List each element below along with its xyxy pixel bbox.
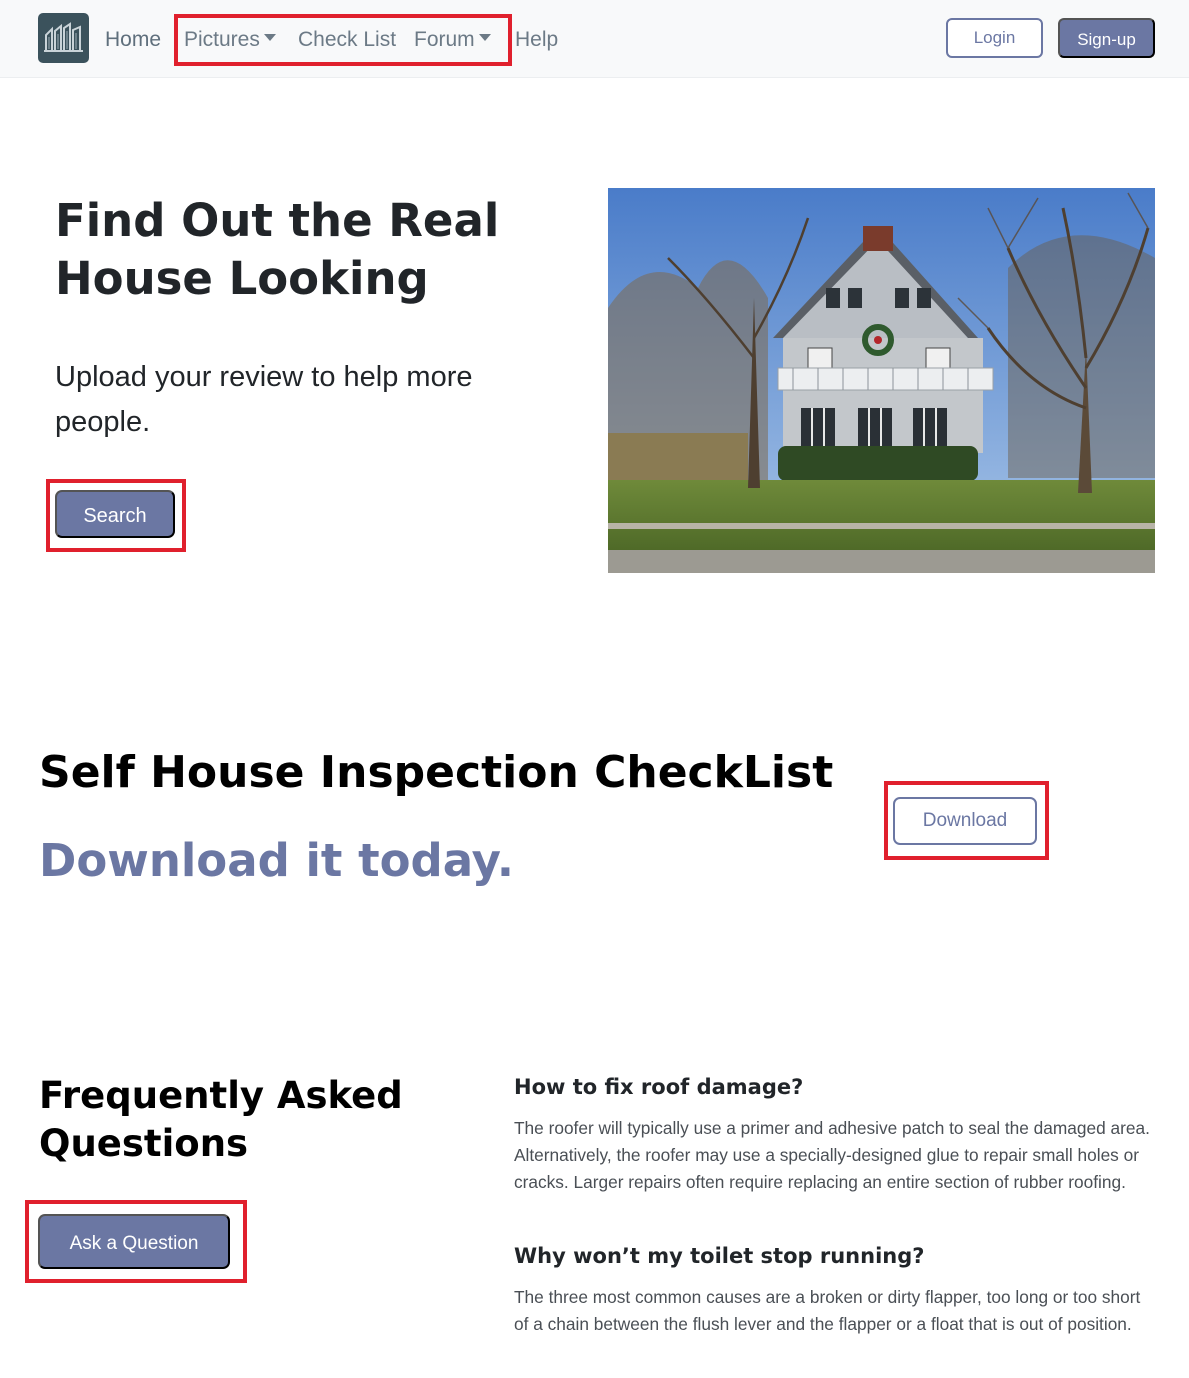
house-photo bbox=[608, 188, 1155, 573]
nav-forum-dropdown[interactable]: Forum bbox=[414, 27, 491, 53]
hero-title: Find Out the Real House Looking bbox=[55, 194, 500, 305]
building-logo-icon[interactable] bbox=[38, 13, 89, 63]
ask-question-button[interactable]: Ask a Question bbox=[38, 1214, 230, 1269]
faq-title: Frequently Asked Questions bbox=[39, 1074, 403, 1165]
signup-button[interactable]: Sign-up bbox=[1058, 18, 1155, 58]
nav-checklist[interactable]: Check List bbox=[298, 27, 396, 53]
faq-answer: The three most common causes are a broke… bbox=[514, 1287, 1141, 1334]
caret-down-icon bbox=[263, 34, 276, 41]
hero-lead: Upload your review to help more people. bbox=[55, 361, 473, 438]
checklist-title: Self House Inspection CheckList bbox=[39, 747, 834, 798]
faq-answer: The roofer will typically use a primer a… bbox=[514, 1118, 1150, 1192]
nav-pictures-label: Pictures bbox=[184, 28, 260, 51]
search-button[interactable]: Search bbox=[55, 490, 175, 538]
nav-forum-label: Forum bbox=[414, 28, 475, 51]
download-button[interactable]: Download bbox=[893, 797, 1037, 845]
faq-question: How to fix roof damage? bbox=[514, 1075, 804, 1099]
nav-pictures-dropdown[interactable]: Pictures bbox=[184, 27, 276, 53]
nav-help[interactable]: Help bbox=[515, 27, 558, 53]
checklist-subtitle: Download it today. bbox=[39, 834, 514, 887]
login-button[interactable]: Login bbox=[946, 18, 1043, 58]
faq-question: Why won’t my toilet stop running? bbox=[514, 1244, 925, 1268]
navbar: Home Pictures Check List Forum Help Logi… bbox=[0, 0, 1189, 78]
caret-down-icon bbox=[478, 34, 491, 41]
nav-home[interactable]: Home bbox=[105, 27, 161, 53]
